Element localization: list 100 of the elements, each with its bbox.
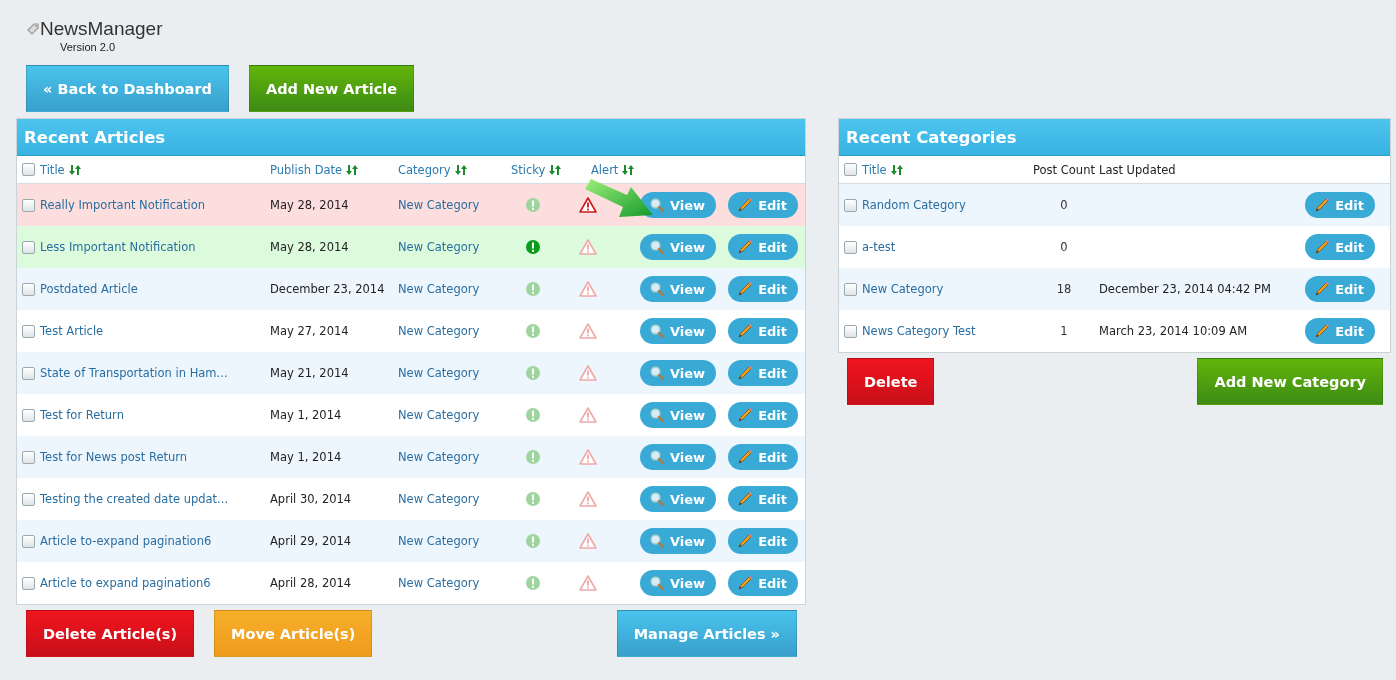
edit-button[interactable]: Edit: [728, 570, 798, 596]
category-title-link[interactable]: New Category: [862, 282, 944, 296]
edit-button[interactable]: Edit: [728, 276, 798, 302]
checkbox[interactable]: [22, 492, 35, 506]
action-button[interactable]: Delete: [847, 358, 935, 405]
view-button[interactable]: View: [640, 276, 717, 302]
post-count: 0: [1060, 240, 1068, 254]
checkbox[interactable]: [844, 240, 857, 254]
edit-button[interactable]: Edit: [728, 234, 798, 260]
exclamation-icon[interactable]: [526, 198, 540, 212]
sort-icon[interactable]: [452, 163, 469, 176]
checkbox[interactable]: [22, 576, 35, 590]
exclamation-icon[interactable]: [526, 240, 540, 254]
checkbox[interactable]: [22, 282, 35, 296]
article-title-link[interactable]: Article to expand pagination6: [40, 576, 211, 590]
article-title-link[interactable]: Test Article: [40, 324, 104, 338]
warning-icon[interactable]: [579, 197, 597, 213]
column-header[interactable]: Title: [862, 162, 887, 177]
edit-button[interactable]: Edit: [728, 486, 798, 512]
sort-icon[interactable]: [888, 163, 905, 176]
sort-icon[interactable]: [344, 163, 361, 176]
view-button[interactable]: View: [640, 192, 717, 218]
article-title-link[interactable]: Test for Return: [40, 408, 124, 422]
pencil-icon: [1314, 239, 1331, 255]
article-title-link[interactable]: Test for News post Return: [40, 450, 188, 464]
checkbox[interactable]: [844, 324, 857, 338]
category-link[interactable]: New Category: [398, 534, 480, 548]
exclamation-icon[interactable]: [526, 450, 540, 464]
pencil-icon: [737, 407, 754, 423]
view-button[interactable]: View: [640, 528, 717, 554]
sort-icon[interactable]: [66, 163, 83, 176]
category-link[interactable]: New Category: [398, 240, 480, 254]
category-link[interactable]: New Category: [398, 198, 480, 212]
category-title-link[interactable]: News Category Test: [862, 324, 976, 338]
article-title-link[interactable]: Testing the created date updat...: [40, 492, 229, 506]
category-link[interactable]: New Category: [398, 366, 480, 380]
action-button[interactable]: Manage Articles »: [616, 610, 797, 657]
exclamation-icon[interactable]: [526, 408, 540, 422]
checkbox[interactable]: [844, 163, 857, 176]
category-title-link[interactable]: Random Category: [862, 198, 966, 212]
view-button[interactable]: View: [640, 318, 717, 344]
checkbox[interactable]: [22, 366, 35, 380]
checkbox[interactable]: [22, 450, 35, 464]
article-title-link[interactable]: Postdated Article: [40, 282, 138, 296]
exclamation-icon[interactable]: [526, 324, 540, 338]
action-button[interactable]: Add New Category: [1197, 358, 1383, 405]
magnifier-icon: [649, 491, 665, 507]
view-button[interactable]: View: [640, 570, 717, 596]
column-header[interactable]: Publish Date: [270, 162, 343, 177]
column-header[interactable]: Title: [40, 162, 65, 177]
edit-button[interactable]: Edit: [728, 528, 798, 554]
article-title-link[interactable]: State of Transportation in Ham...: [40, 366, 228, 380]
checkbox[interactable]: [844, 198, 857, 212]
checkbox[interactable]: [844, 282, 857, 296]
category-link[interactable]: New Category: [398, 324, 480, 338]
sort-icon[interactable]: [547, 163, 564, 176]
column-header[interactable]: Alert: [591, 162, 619, 177]
last-updated: March 23, 2014 10:09 AM: [1099, 324, 1248, 338]
view-button[interactable]: View: [640, 402, 717, 428]
checkbox[interactable]: [22, 534, 35, 548]
category-link[interactable]: New Category: [398, 492, 480, 506]
category-link[interactable]: New Category: [398, 282, 480, 296]
edit-button[interactable]: Edit: [728, 318, 798, 344]
sort-icon[interactable]: [620, 163, 637, 176]
top-button[interactable]: « Back to Dashboard: [26, 65, 229, 112]
checkbox[interactable]: [22, 198, 35, 212]
view-button[interactable]: View: [640, 234, 717, 260]
checkbox[interactable]: [22, 324, 35, 338]
edit-button[interactable]: Edit: [728, 360, 798, 386]
edit-button[interactable]: Edit: [1305, 318, 1375, 344]
category-link[interactable]: New Category: [398, 450, 480, 464]
edit-button[interactable]: Edit: [1305, 192, 1375, 218]
category-link[interactable]: New Category: [398, 576, 480, 590]
column-header[interactable]: Sticky: [511, 162, 546, 177]
action-button[interactable]: Delete Article(s): [26, 610, 195, 657]
edit-button[interactable]: Edit: [728, 444, 798, 470]
post-count: 1: [1060, 324, 1068, 338]
article-title-link[interactable]: Article to-expand pagination6: [40, 534, 212, 548]
view-button[interactable]: View: [640, 360, 717, 386]
view-button[interactable]: View: [640, 444, 717, 470]
top-button[interactable]: Add New Article: [248, 65, 415, 112]
edit-button[interactable]: Edit: [1305, 276, 1375, 302]
category-link[interactable]: New Category: [398, 408, 480, 422]
edit-button[interactable]: Edit: [728, 192, 798, 218]
exclamation-icon[interactable]: [526, 282, 540, 296]
article-title-link[interactable]: Really Important Notification: [40, 198, 206, 212]
column-header[interactable]: Category: [398, 162, 451, 177]
panel-title: Recent Categories: [846, 127, 1017, 147]
view-button[interactable]: View: [640, 486, 717, 512]
exclamation-icon[interactable]: [526, 576, 540, 590]
exclamation-icon[interactable]: [526, 492, 540, 506]
article-title-link[interactable]: Less Important Notification: [40, 240, 196, 254]
checkbox[interactable]: [22, 163, 35, 176]
edit-button[interactable]: Edit: [728, 402, 798, 428]
exclamation-icon[interactable]: [526, 366, 540, 380]
edit-button[interactable]: Edit: [1305, 234, 1375, 260]
checkbox[interactable]: [22, 408, 35, 422]
category-title-link[interactable]: a-test: [862, 240, 896, 254]
checkbox[interactable]: [22, 240, 35, 254]
exclamation-icon[interactable]: [526, 534, 540, 548]
